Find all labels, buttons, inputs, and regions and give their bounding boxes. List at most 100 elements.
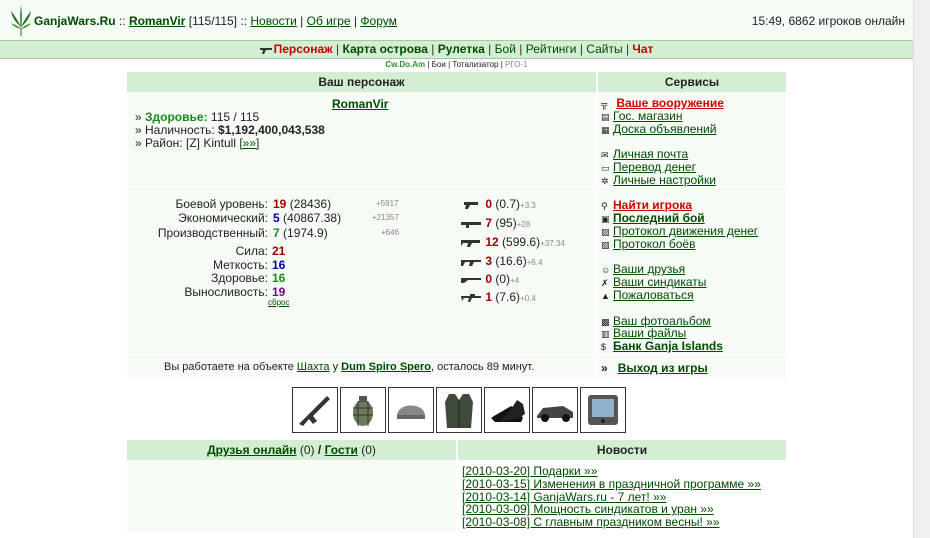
skill-shotgun: 0 (0)+4: [460, 272, 519, 286]
forum-link[interactable]: Форум: [360, 14, 396, 28]
equip-gps[interactable]: [580, 387, 626, 433]
reset-link[interactable]: сброс: [268, 298, 289, 307]
equip-grenade[interactable]: [340, 387, 386, 433]
top-bar: GanjaWars.Ru :: RomanVir [115/115] :: Но…: [0, 0, 913, 40]
equip-vest[interactable]: [436, 387, 482, 433]
service-battle-log[interactable]: Протокол боёв: [613, 237, 695, 251]
helmet-icon: [397, 405, 425, 419]
cash-label: Наличность:: [145, 123, 215, 137]
submenu-battles[interactable]: Бои: [432, 60, 446, 69]
brand-line: GanjaWars.Ru :: RomanVir [115/115] :: Но…: [34, 14, 397, 28]
friends-panel: Друзья онлайн (0) / Гости (0): [127, 440, 456, 532]
news-link[interactable]: Новости: [250, 14, 296, 28]
economic-level-value: 5 (40867.38): [273, 211, 342, 225]
work-owner-link[interactable]: Dum Spiro Spero: [341, 361, 431, 373]
accuracy-value: 16: [272, 258, 286, 272]
news-panel-title: Новости: [458, 440, 786, 460]
boots-icon: [491, 400, 525, 422]
economic-level-delta: +21357: [372, 213, 399, 222]
skill-sniper: 1 (7.6)+0.4: [460, 290, 536, 304]
gun-icon: [259, 47, 272, 54]
services-panel-title: Сервисы: [598, 72, 786, 92]
health-attr-label: Здоровье:: [211, 271, 268, 285]
stamina-label: Выносливость:: [184, 285, 268, 299]
online-status: 15:49, 6862 игроков онлайн: [751, 14, 905, 28]
menu-chat[interactable]: Чат: [632, 42, 653, 56]
friends-panel-title: Друзья онлайн (0) / Гости (0): [127, 440, 456, 460]
menu-ratings[interactable]: Рейтинги: [526, 42, 577, 56]
equip-helmet[interactable]: [388, 387, 434, 433]
cash-value: $1,192,400,043,538: [218, 123, 325, 137]
combat-level-delta: +5917: [376, 199, 399, 208]
skill-grenade-launcher: 7 (95)+28: [460, 216, 530, 230]
strength-value: 21: [272, 244, 286, 258]
combat-level-value: 19 (28436): [273, 197, 332, 211]
launcher-icon: [461, 221, 481, 228]
service-complain[interactable]: Пожаловаться: [613, 288, 694, 302]
submenu-cwdoam[interactable]: Cw.Do.Am: [385, 60, 425, 69]
menu-battle[interactable]: Бой: [495, 42, 516, 56]
guests-link[interactable]: Гости: [325, 443, 358, 457]
separator: ::: [118, 14, 126, 28]
combat-level-label: Боевой уровень:: [175, 197, 268, 211]
board-icon: ▦: [601, 124, 610, 135]
equip-boots[interactable]: [484, 387, 530, 433]
separator: ::: [240, 14, 248, 28]
production-level-label: Производственный:: [157, 226, 268, 240]
submenu-totalizator[interactable]: Тотализатор: [452, 60, 498, 69]
district-link[interactable]: [»»]: [239, 136, 259, 150]
district-value: [Z] Kintull: [185, 136, 236, 150]
friends-online-link[interactable]: Друзья онлайн: [207, 443, 296, 457]
skill-machine-gun: 3 (16.6)+6.4: [460, 254, 543, 268]
about-link[interactable]: Об игре: [307, 14, 351, 28]
menu-character[interactable]: Персонаж: [274, 42, 333, 56]
services-list: ╦ Ваше вооружение ▤ Гос. магазин ▦ Доска о…: [601, 97, 758, 353]
character-name-link[interactable]: RomanVir: [332, 97, 388, 111]
menu-sites[interactable]: Сайты: [586, 42, 622, 56]
cash-line: » Наличность: $1,192,400,043,538: [135, 123, 325, 137]
service-settings[interactable]: Личные настройки: [613, 173, 716, 187]
scrollbar[interactable]: [913, 0, 930, 538]
car-icon: [537, 406, 573, 422]
sniper-rifle-icon: [461, 293, 481, 302]
rifle-icon: [299, 396, 330, 426]
equip-car[interactable]: [532, 387, 578, 433]
news-list: [2010-03-20] Подарки »» [2010-03-15] Изм…: [462, 465, 761, 529]
complain-icon: ▲: [601, 290, 610, 301]
cannabis-leaf-icon: [11, 5, 31, 36]
district-label: Район:: [145, 136, 183, 150]
machine-gun-icon: [461, 259, 481, 266]
skill-auto: 12 (599.6)+37.34: [460, 235, 565, 249]
gps-icon: [588, 395, 618, 425]
settings-icon: ✲: [601, 175, 609, 186]
production-level-value: 7 (1974.9): [273, 226, 328, 240]
service-board[interactable]: Доска объявлений: [613, 122, 716, 136]
dollar-icon: $: [601, 342, 607, 353]
exit-line: » Выход из игры: [601, 361, 708, 375]
shotgun-icon: [461, 277, 481, 283]
site-name: GanjaWars.Ru: [34, 14, 116, 28]
submenu-rgo[interactable]: РГО-1: [505, 60, 528, 69]
health-attr-value: 16: [272, 271, 286, 285]
divider: [127, 354, 786, 356]
rifle-icon: [461, 239, 480, 247]
strength-label: Сила:: [235, 244, 268, 258]
work-object-link[interactable]: Шахта: [297, 361, 330, 373]
news-item[interactable]: [2010-03-08] С главным праздником весны!…: [462, 515, 720, 529]
menu-roulette[interactable]: Рулетка: [438, 42, 485, 56]
equip-rifle[interactable]: [292, 387, 338, 433]
exit-link[interactable]: Выход из игры: [618, 361, 708, 375]
sub-menu: Cw.Do.Am | Бои | Тотализатор | РГО-1: [385, 60, 528, 69]
economic-level-label: Экономический:: [178, 211, 268, 225]
accuracy-label: Меткость:: [212, 258, 268, 272]
service-bank[interactable]: Банк Ganja Islands: [613, 339, 723, 353]
character-name: RomanVir: [332, 97, 388, 111]
district-line: » Район: [Z] Kintull [»»]: [135, 136, 260, 150]
main-menu: Персонаж | Карта острова | Рулетка | Бой…: [0, 40, 913, 59]
character-panel-title: Ваш персонаж: [127, 72, 596, 92]
user-link[interactable]: RomanVir: [129, 14, 185, 28]
menu-map[interactable]: Карта острова: [342, 42, 427, 56]
health-line: » Здоровье: 115 / 115: [135, 110, 260, 124]
divider: [596, 72, 598, 378]
vest-icon: [445, 394, 473, 428]
